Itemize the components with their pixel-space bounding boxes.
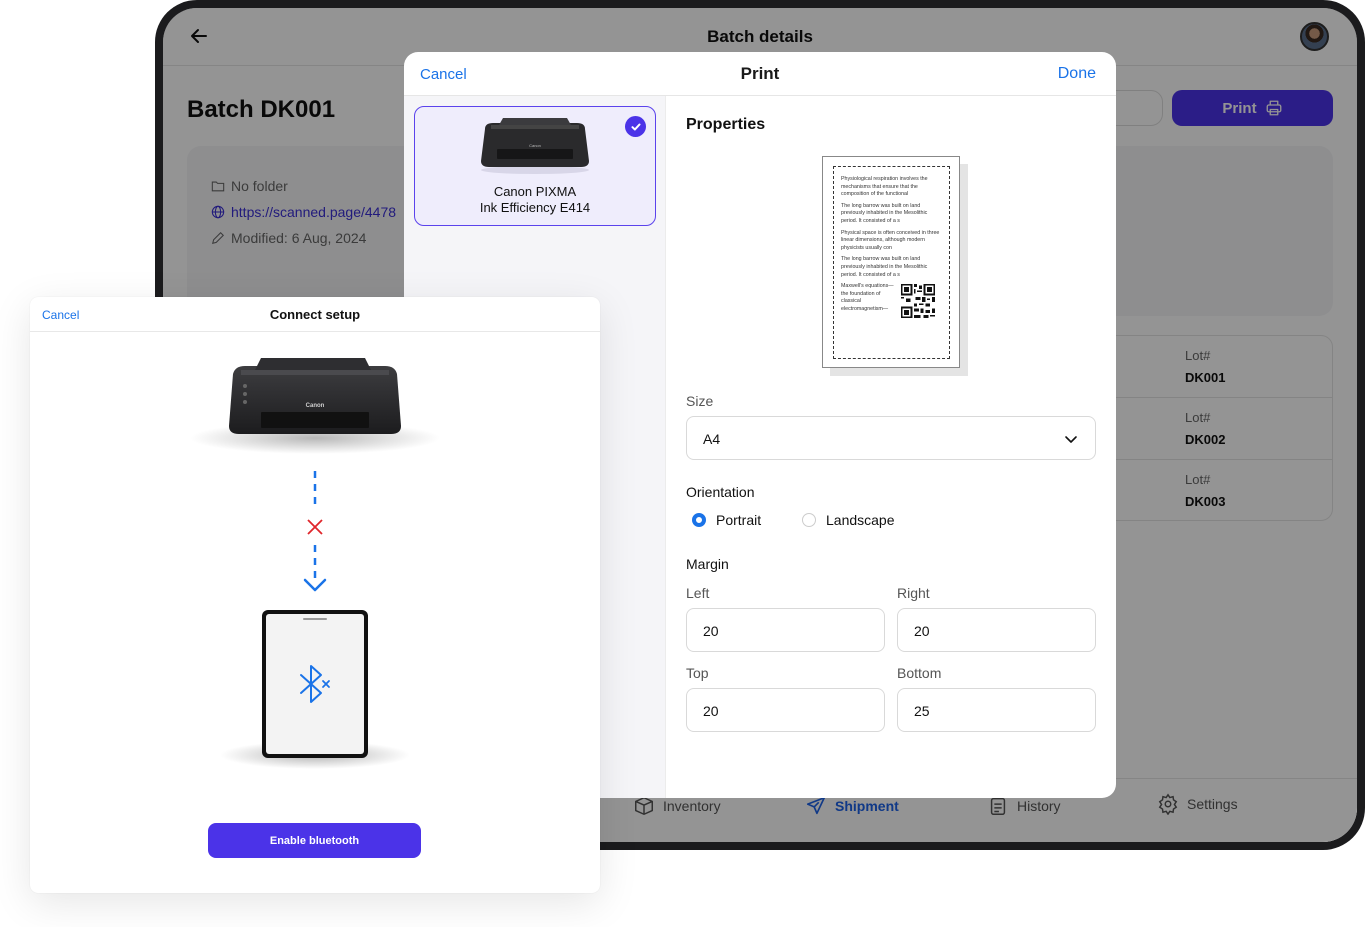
disconnected-x-icon: [307, 519, 323, 535]
preview-paragraph: The long barrow was built on land previo…: [841, 202, 928, 224]
landscape-label: Landscape: [826, 512, 895, 528]
printer-image: Canon: [190, 358, 440, 454]
size-value: A4: [703, 431, 721, 447]
selected-check-icon: [625, 116, 646, 137]
margin-right-value: 20: [914, 623, 930, 639]
connection-arrow: [303, 471, 327, 592]
margin-top-value: 20: [703, 703, 719, 719]
enable-bluetooth-button[interactable]: Enable bluetooth: [208, 823, 421, 858]
preview-footer: Maxwell's equations—the foundation of cl…: [841, 283, 942, 319]
preview-paragraph: The long barrow was built on land previo…: [841, 256, 928, 278]
size-select[interactable]: A4: [686, 416, 1096, 460]
preview-paragraph: Physiological respiration involves the m…: [841, 176, 928, 198]
margin-left-value: 20: [703, 623, 719, 639]
printer-name-line2: Ink Efficiency E414: [479, 200, 591, 215]
connect-setup-card: Cancel Connect setup Canon Enable blueto…: [30, 297, 600, 893]
arrow-down-icon: [303, 578, 327, 592]
margin-left-input[interactable]: 20: [686, 608, 885, 652]
printer-image: Canon: [481, 118, 589, 174]
radio-unselected-icon: [802, 513, 816, 527]
printer-option[interactable]: Canon Canon PIXMA Ink Efficiency E414: [414, 106, 656, 226]
properties-panel: Properties Physiological respiration inv…: [666, 96, 1116, 798]
connect-setup-header: Cancel Connect setup: [30, 297, 600, 332]
margin-left-label: Left: [686, 585, 710, 601]
orientation-label: Orientation: [686, 484, 755, 500]
margin-bottom-label: Bottom: [897, 665, 942, 681]
margin-right-label: Right: [897, 585, 930, 601]
margin-label: Margin: [686, 556, 729, 572]
printer-brand-label: Canon: [306, 403, 325, 409]
print-modal-title: Print: [740, 64, 780, 83]
margin-top-input[interactable]: 20: [686, 688, 885, 732]
margin-top-label: Top: [686, 665, 709, 681]
print-modal-header: Cancel Print Done: [404, 52, 1116, 96]
printer-name-line1: Canon PIXMA: [493, 184, 577, 199]
preview-paragraph: Physical space is often conceived in thr…: [841, 229, 940, 251]
printer-name: Canon PIXMA Ink Efficiency E414: [415, 184, 655, 216]
tablet-image: [220, 610, 410, 769]
preview-margins: Physiological respiration involves the m…: [833, 166, 950, 359]
print-preview: Physiological respiration involves the m…: [822, 156, 960, 368]
qr-code-icon: [901, 284, 935, 319]
margin-bottom-input[interactable]: 25: [897, 688, 1096, 732]
portrait-radio[interactable]: Portrait: [692, 512, 761, 528]
margin-bottom-value: 25: [914, 703, 930, 719]
chevron-down-icon: [1065, 436, 1077, 443]
svg-text:Canon: Canon: [529, 143, 541, 148]
preview-paragraph: Maxwell's equations—the foundation of cl…: [841, 283, 894, 312]
landscape-radio[interactable]: Landscape: [802, 512, 895, 528]
connect-setup-title: Connect setup: [269, 307, 361, 322]
margin-right-input[interactable]: 20: [897, 608, 1096, 652]
done-button[interactable]: Done: [1058, 65, 1096, 83]
properties-title: Properties: [686, 116, 766, 133]
radio-selected-icon: [692, 513, 706, 527]
size-label: Size: [686, 393, 714, 409]
portrait-label: Portrait: [716, 512, 762, 528]
